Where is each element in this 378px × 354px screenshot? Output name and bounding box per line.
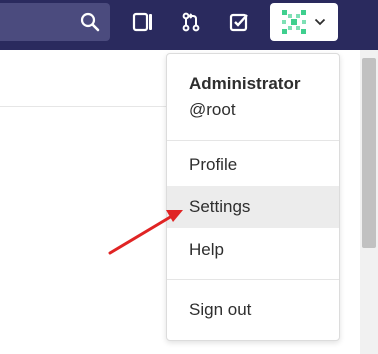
user-handle: @root [189, 100, 236, 119]
menu-item-profile[interactable]: Profile [167, 144, 339, 186]
menu-item-help[interactable]: Help [167, 229, 339, 271]
menu-divider [167, 279, 339, 280]
menu-item-label: Profile [189, 155, 238, 174]
search-icon [80, 12, 100, 32]
top-navbar [0, 0, 378, 50]
user-menu-button[interactable] [270, 3, 338, 41]
merge-request-icon[interactable] [178, 9, 204, 35]
menu-item-settings[interactable]: Settings [167, 186, 339, 228]
menu-item-label: Settings [189, 197, 251, 216]
menu-divider [167, 140, 339, 141]
scrollbar-thumb[interactable] [362, 58, 376, 248]
user-dropdown-menu: Administrator @root Profile Settings Hel… [166, 53, 340, 341]
menu-item-label: Sign out [189, 300, 252, 319]
user-name: Administrator [189, 74, 301, 93]
content-divider [0, 106, 166, 107]
search-input[interactable] [0, 3, 110, 41]
chevron-down-icon [314, 18, 326, 26]
avatar-icon [282, 10, 306, 34]
menu-item-sign-out[interactable]: Sign out [167, 289, 339, 331]
menu-item-label: Help [189, 240, 224, 259]
sidebar-panel-icon[interactable] [130, 9, 156, 35]
todo-check-icon[interactable] [226, 9, 252, 35]
